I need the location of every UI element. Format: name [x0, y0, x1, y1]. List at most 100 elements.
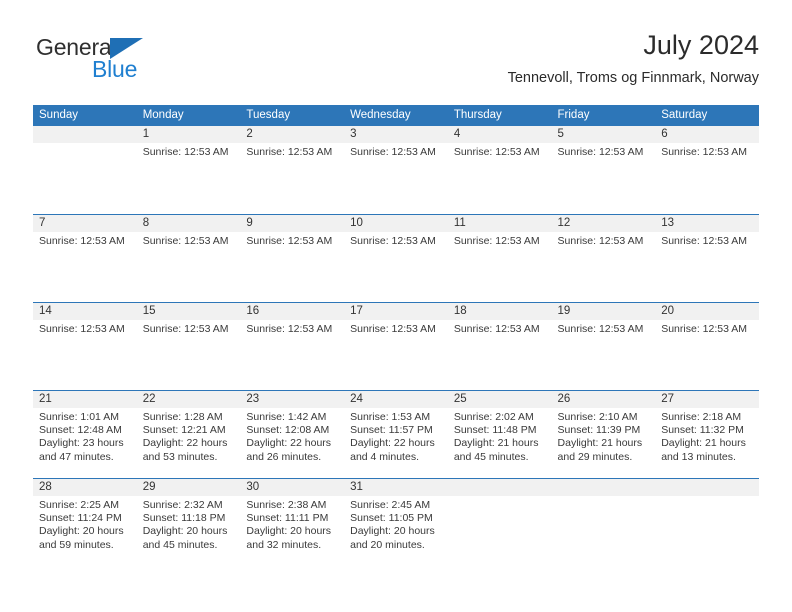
- day-event-list: Sunrise: 12:53 AM: [655, 143, 759, 159]
- day-event-line: Daylight: 21 hours: [557, 437, 643, 450]
- day-event-line: Daylight: 20 hours: [350, 525, 435, 538]
- day-event-list: Sunrise: 12:53 AM: [655, 232, 759, 248]
- calendar-day-cell[interactable]: 19 Sunrise: 12:53 AM: [551, 301, 656, 390]
- calendar-day-cell[interactable]: 18 Sunrise: 12:53 AM: [447, 301, 552, 390]
- calendar-day-cell[interactable]: 11 Sunrise: 12:53 AM: [447, 213, 552, 302]
- day-event-line: Daylight: 22 hours: [246, 437, 332, 450]
- day-event-line: Daylight: 22 hours: [350, 437, 435, 450]
- day-event-line: Sunset: 12:21 AM: [142, 423, 226, 436]
- day-number: 20: [655, 302, 759, 320]
- calendar-day-cell[interactable]: 16 Sunrise: 12:53 AM: [240, 301, 345, 390]
- calendar-day-cell[interactable]: 20 Sunrise: 12:53 AM: [655, 301, 759, 390]
- day-event-line: Sunrise: 12:53 AM: [39, 234, 125, 247]
- calendar-day-cell[interactable]: 29 Sunrise: 2:32 AM Sunset: 11:18 PM Daylig…: [136, 477, 241, 564]
- day-event-line: Sunset: 11:57 PM: [350, 423, 433, 436]
- day-event-line: Sunrise: 2:25 AM: [39, 498, 119, 511]
- day-event-line: Sunset: 12:08 AM: [246, 423, 330, 436]
- day-number: 9: [240, 214, 345, 232]
- calendar-day-cell[interactable]: 15 Sunrise: 12:53 AM: [136, 301, 241, 390]
- day-event-list: Sunrise: 12:53 AM: [137, 232, 241, 248]
- day-event-list: Sunrise: 2:02 AM Sunset: 11:48 PM Daylight…: [448, 408, 552, 465]
- calendar-day-cell[interactable]: 31 Sunrise: 2:45 AM Sunset: 11:05 PM Daylig…: [344, 477, 448, 564]
- day-cell-inner: 4 Sunrise: 12:53 AM: [447, 126, 552, 159]
- day-cell-inner: 11 Sunrise: 12:53 AM: [447, 214, 552, 248]
- day-number: [551, 478, 656, 496]
- calendar-day-cell[interactable]: 27 Sunrise: 2:18 AM Sunset: 11:32 PM Daylig…: [655, 389, 759, 478]
- calendar-day-cell[interactable]: 22 Sunrise: 1:28 AM Sunset: 12:21 AM Daylig…: [136, 389, 241, 478]
- calendar-day-cell[interactable]: 26 Sunrise: 2:10 AM Sunset: 11:39 PM Daylig…: [551, 389, 656, 478]
- calendar-day-cell[interactable]: 17 Sunrise: 12:53 AM: [344, 301, 448, 390]
- calendar-grid: Sunday Monday Tuesday Wednesday Thursday…: [33, 105, 759, 564]
- day-event-list: Sunrise: 1:28 AM Sunset: 12:21 AM Daylight…: [137, 408, 241, 465]
- calendar-day-cell[interactable]: 13 Sunrise: 12:53 AM: [655, 213, 759, 302]
- calendar-day-cell[interactable]: 24 Sunrise: 1:53 AM Sunset: 11:57 PM Daylig…: [344, 389, 448, 478]
- day-event-line: Sunset: 12:48 AM: [39, 423, 122, 436]
- calendar-day-cell[interactable]: 4 Sunrise: 12:53 AM: [447, 126, 552, 214]
- day-cell-inner: 8 Sunrise: 12:53 AM: [136, 214, 241, 248]
- day-number: 28: [33, 478, 137, 496]
- day-cell-inner: 30 Sunrise: 2:38 AM Sunset: 11:11 PM Daylig…: [240, 478, 345, 553]
- day-event-line: Sunrise: 2:02 AM: [453, 410, 534, 423]
- day-event-list: Sunrise: 2:38 AM Sunset: 11:11 PM Daylight…: [240, 496, 344, 553]
- day-event-list: [33, 143, 137, 146]
- day-event-line: Sunrise: 12:53 AM: [557, 322, 644, 335]
- day-cell-inner: 27 Sunrise: 2:18 AM Sunset: 11:32 PM Daylig…: [655, 390, 759, 465]
- calendar-week-row: 14 Sunrise: 12:53 AM 15 Sunrise: 12:53 AM 16…: [33, 301, 759, 390]
- calendar-week-row: 21 Sunrise: 1:01 AM Sunset: 12:48 AM Daylig…: [33, 389, 759, 478]
- weekday-header-saturday: Saturday: [655, 105, 759, 126]
- calendar-day-cell[interactable]: 6 Sunrise: 12:53 AM: [655, 126, 759, 214]
- day-cell-inner: 12 Sunrise: 12:53 AM: [551, 214, 656, 248]
- day-event-line: Daylight: 20 hours: [142, 525, 228, 538]
- calendar-day-cell[interactable]: 10 Sunrise: 12:53 AM: [344, 213, 448, 302]
- calendar-day-cell[interactable]: 12 Sunrise: 12:53 AM: [551, 213, 656, 302]
- calendar-day-cell[interactable]: 9 Sunrise: 12:53 AM: [240, 213, 345, 302]
- day-event-line: Sunset: 11:05 PM: [350, 511, 433, 524]
- weekday-header-row: Sunday Monday Tuesday Wednesday Thursday…: [33, 105, 759, 126]
- calendar-day-cell[interactable]: 25 Sunrise: 2:02 AM Sunset: 11:48 PM Daylig…: [447, 389, 552, 478]
- calendar-day-cell[interactable]: 30 Sunrise: 2:38 AM Sunset: 11:11 PM Daylig…: [240, 477, 345, 564]
- calendar-day-cell[interactable]: 23 Sunrise: 1:42 AM Sunset: 12:08 AM Daylig…: [240, 389, 345, 478]
- day-event-list: Sunrise: 1:01 AM Sunset: 12:48 AM Daylight…: [33, 408, 137, 465]
- calendar-day-cell[interactable]: 3 Sunrise: 12:53 AM: [344, 126, 448, 214]
- day-event-list: [552, 496, 656, 499]
- calendar-day-cell[interactable]: 7 Sunrise: 12:53 AM: [33, 213, 137, 302]
- day-number: 18: [447, 302, 552, 320]
- day-number: 8: [136, 214, 241, 232]
- day-event-list: Sunrise: 2:25 AM Sunset: 11:24 PM Daylight…: [33, 496, 137, 553]
- day-event-line: Sunset: 11:18 PM: [142, 511, 226, 524]
- day-number: 25: [447, 390, 552, 408]
- day-cell-inner: 17 Sunrise: 12:53 AM: [344, 302, 448, 336]
- calendar-day-cell[interactable]: 28 Sunrise: 2:25 AM Sunset: 11:24 PM Daylig…: [33, 477, 137, 564]
- day-event-line: and 20 minutes.: [350, 538, 425, 551]
- day-event-line: Sunrise: 12:53 AM: [246, 146, 333, 158]
- day-event-line: Sunrise: 12:53 AM: [453, 234, 540, 247]
- calendar-day-cell[interactable]: 8 Sunrise: 12:53 AM: [136, 213, 241, 302]
- day-event-line: Sunset: 11:48 PM: [453, 423, 537, 436]
- day-event-list: Sunrise: 2:32 AM Sunset: 11:18 PM Daylight…: [137, 496, 241, 553]
- day-number: [655, 478, 759, 496]
- day-number: [447, 478, 552, 496]
- day-cell-inner: [655, 478, 759, 499]
- day-event-list: Sunrise: 12:53 AM: [33, 232, 137, 248]
- day-cell-inner: 25 Sunrise: 2:02 AM Sunset: 11:48 PM Daylig…: [447, 390, 552, 465]
- day-event-line: Sunset: 11:39 PM: [557, 423, 641, 436]
- day-number: 24: [344, 390, 448, 408]
- calendar-day-cell[interactable]: 5 Sunrise: 12:53 AM: [551, 126, 656, 214]
- day-number: 5: [551, 126, 656, 143]
- day-number: 2: [240, 126, 345, 143]
- day-cell-inner: 28 Sunrise: 2:25 AM Sunset: 11:24 PM Daylig…: [33, 478, 137, 553]
- page-title: July 2024: [643, 30, 759, 60]
- day-event-list: Sunrise: 2:10 AM Sunset: 11:39 PM Daylight…: [552, 408, 656, 465]
- calendar-day-cell[interactable]: 21 Sunrise: 1:01 AM Sunset: 12:48 AM Daylig…: [33, 389, 137, 478]
- day-cell-inner: 21 Sunrise: 1:01 AM Sunset: 12:48 AM Daylig…: [33, 390, 137, 465]
- day-event-line: Sunrise: 1:28 AM: [142, 410, 223, 423]
- day-event-list: Sunrise: 12:53 AM: [448, 143, 552, 159]
- day-event-line: Daylight: 20 hours: [39, 525, 124, 538]
- calendar-day-cell[interactable]: 1 Sunrise: 12:53 AM: [136, 126, 241, 214]
- day-event-line: Sunrise: 12:53 AM: [661, 146, 748, 158]
- calendar-body: 1 Sunrise: 12:53 AM 2 Sunrise: 12:53 AM 3 Sun…: [33, 126, 759, 564]
- calendar-day-cell[interactable]: 14 Sunrise: 12:53 AM: [33, 301, 137, 390]
- day-cell-inner: 7 Sunrise: 12:53 AM: [33, 214, 137, 248]
- calendar-day-cell[interactable]: 2 Sunrise: 12:53 AM: [240, 126, 345, 214]
- day-number: 16: [240, 302, 345, 320]
